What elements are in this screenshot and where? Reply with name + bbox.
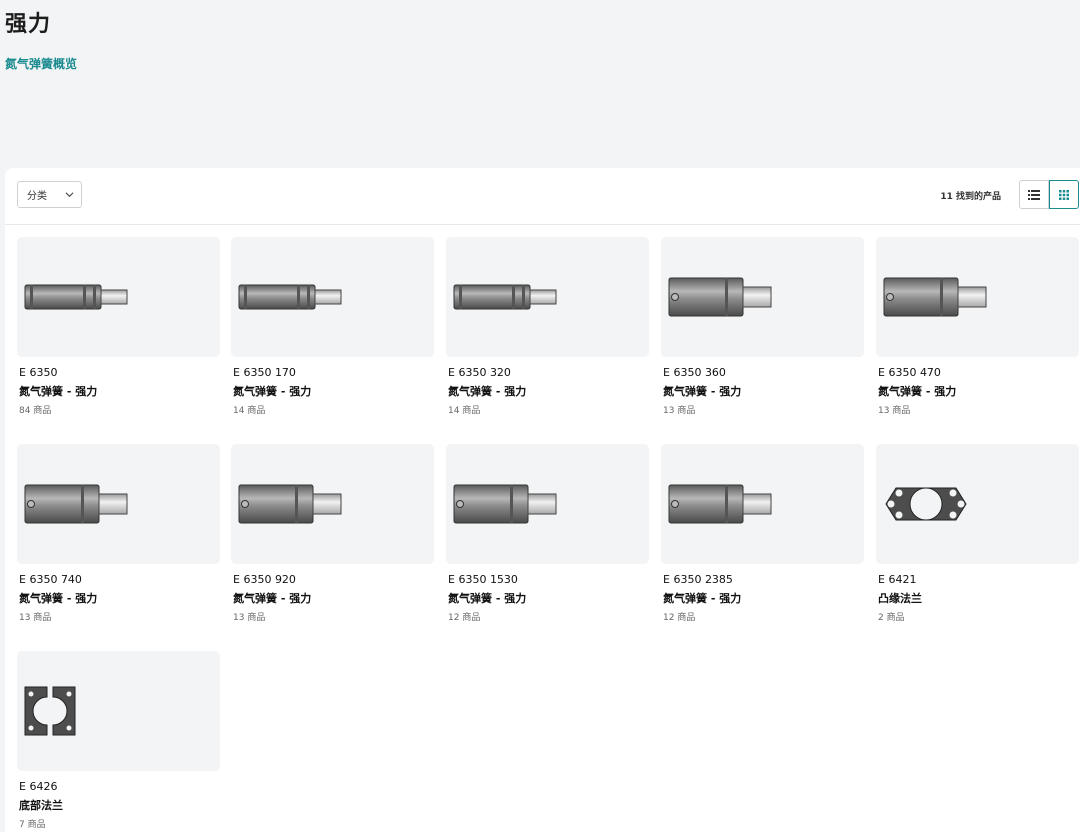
toolbar: 分类 11 找到的产品 — [5, 168, 1080, 225]
category-dropdown-label: 分类 — [27, 191, 47, 202]
product-card[interactable]: E 6350 360 氮气弹簧 - 强力 13 商品 — [661, 237, 864, 416]
product-code[interactable]: E 6350 170 — [233, 366, 434, 379]
product-code[interactable]: E 6350 2385 — [663, 573, 864, 586]
product-type: 凸缘法兰 — [878, 592, 922, 605]
product-image[interactable] — [446, 444, 649, 564]
product-count: 13 商品 — [663, 406, 696, 416]
product-count: 13 商品 — [878, 406, 911, 416]
results-label: 找到的产品 — [955, 192, 1001, 202]
product-type: 氮气弹簧 - 强力 — [878, 385, 957, 398]
product-image[interactable] — [231, 444, 434, 564]
product-code[interactable]: E 6350 1530 — [448, 573, 649, 586]
product-code[interactable]: E 6350 320 — [448, 366, 649, 379]
product-code[interactable]: E 6421 — [878, 573, 1079, 586]
product-card[interactable]: E 6350 氮气弹簧 - 强力 84 商品 — [17, 237, 220, 416]
overview-link[interactable]: 氮气弹簧概览 — [5, 55, 77, 72]
product-image[interactable] — [446, 237, 649, 357]
product-count: 12 商品 — [448, 613, 481, 623]
product-type: 氮气弹簧 - 强力 — [448, 592, 527, 605]
product-image[interactable] — [661, 444, 864, 564]
product-code[interactable]: E 6350 920 — [233, 573, 434, 586]
product-type: 氮气弹簧 - 强力 — [663, 385, 742, 398]
product-image[interactable] — [876, 237, 1079, 357]
list-view-button[interactable] — [1019, 180, 1049, 209]
product-card[interactable]: E 6426 底部法兰 7 商品 — [17, 651, 220, 830]
product-image[interactable] — [17, 444, 220, 564]
product-image[interactable] — [17, 651, 220, 771]
product-image[interactable] — [17, 237, 220, 357]
product-image[interactable] — [876, 444, 1079, 564]
product-card[interactable]: E 6350 740 氮气弹簧 - 强力 13 商品 — [17, 444, 220, 623]
product-count: 13 商品 — [19, 613, 52, 623]
product-code[interactable]: E 6426 — [19, 780, 220, 793]
product-card[interactable]: E 6350 1530 氮气弹簧 - 强力 12 商品 — [446, 444, 649, 623]
product-type: 氮气弹簧 - 强力 — [448, 385, 527, 398]
product-card[interactable]: E 6350 470 氮气弹簧 - 强力 13 商品 — [876, 237, 1079, 416]
results-number: 11 — [940, 192, 953, 202]
product-count: 2 商品 — [878, 613, 905, 623]
product-type: 氮气弹簧 - 强力 — [19, 385, 98, 398]
product-code[interactable]: E 6350 360 — [663, 366, 864, 379]
product-card[interactable]: E 6350 2385 氮气弹簧 - 强力 12 商品 — [661, 444, 864, 623]
product-card[interactable]: E 6350 170 氮气弹簧 - 强力 14 商品 — [231, 237, 434, 416]
product-image[interactable] — [661, 237, 864, 357]
grid-view-button[interactable] — [1049, 180, 1079, 209]
product-count: 14 商品 — [233, 406, 266, 416]
product-code[interactable]: E 6350 470 — [878, 366, 1079, 379]
product-type: 底部法兰 — [19, 799, 63, 812]
chevron-down-icon — [65, 192, 74, 198]
product-count: 14 商品 — [448, 406, 481, 416]
product-code[interactable]: E 6350 740 — [19, 573, 220, 586]
product-card[interactable]: E 6350 920 氮气弹簧 - 强力 13 商品 — [231, 444, 434, 623]
list-icon — [1028, 189, 1040, 200]
product-type: 氮气弹簧 - 强力 — [663, 592, 742, 605]
product-type: 氮气弹簧 - 强力 — [19, 592, 98, 605]
product-type: 氮气弹簧 - 强力 — [233, 592, 312, 605]
product-count: 84 商品 — [19, 406, 52, 416]
product-image[interactable] — [231, 237, 434, 357]
grid-icon — [1059, 189, 1069, 200]
product-count: 13 商品 — [233, 613, 266, 623]
product-code[interactable]: E 6350 — [19, 366, 220, 379]
product-count: 12 商品 — [663, 613, 696, 623]
product-count: 7 商品 — [19, 820, 46, 830]
results-count: 11 找到的产品 — [940, 189, 1001, 202]
product-type: 氮气弹簧 - 强力 — [233, 385, 312, 398]
page-title: 强力 — [5, 12, 52, 37]
category-dropdown[interactable]: 分类 — [17, 181, 82, 208]
product-card[interactable]: E 6421 凸缘法兰 2 商品 — [876, 444, 1079, 623]
product-card[interactable]: E 6350 320 氮气弹簧 - 强力 14 商品 — [446, 237, 649, 416]
